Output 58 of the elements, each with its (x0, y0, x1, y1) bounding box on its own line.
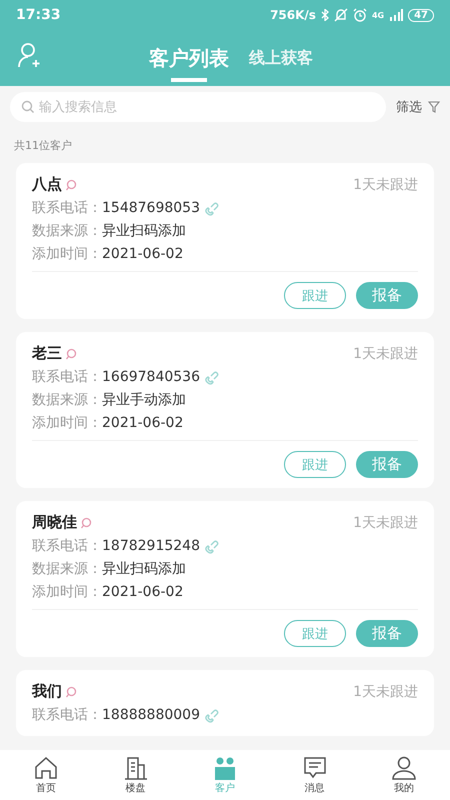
field-label: 联系电话： (32, 706, 102, 724)
field-value: 15487698053 (102, 200, 200, 216)
nav-item[interactable]: 楼盘 (106, 750, 166, 800)
follow-up-status: 1天未跟进 (353, 344, 418, 362)
mute-icon (334, 8, 348, 22)
alarm-icon (352, 8, 367, 22)
network-type: 4G (372, 10, 384, 20)
follow-up-status: 1天未跟进 (353, 514, 418, 532)
field-value: 2021-06-02 (102, 246, 184, 262)
customer-card[interactable]: 老三 1天未跟进 联系电话：16697840536 数据来源：异业手动添加 添加时间：2021-06-02 跟进 报备 (16, 332, 434, 488)
filter-button[interactable]: 筛选 (396, 98, 440, 116)
field-value: 异业扫码添加 (102, 560, 186, 578)
nav-item[interactable]: 消息 (284, 750, 344, 800)
home-icon (33, 755, 59, 781)
nav-item[interactable]: 首页 (16, 750, 76, 800)
customer-name: 八点 (32, 175, 62, 194)
field-value: 18782915248 (102, 538, 200, 554)
field-value: 2021-06-02 (102, 414, 184, 430)
field-label: 联系电话： (32, 536, 102, 554)
field-value: 异业手动添加 (102, 390, 186, 408)
status-time: 17:33 (16, 7, 61, 23)
message-icon (302, 755, 328, 781)
bluetooth-icon (320, 9, 329, 21)
chat-icon[interactable] (80, 516, 92, 528)
field-value: 16697840536 (102, 368, 200, 384)
field-value: 2021-06-02 (102, 584, 184, 600)
customer-name: 我们 (32, 682, 62, 701)
signal-icon (389, 9, 404, 21)
field-value: 18888880009 (102, 706, 200, 722)
customer-card[interactable]: 周晓佳 1天未跟进 联系电话：18782915248 数据来源：异业扫码添加 添加时间：2021-06-02 跟进 报备 (16, 501, 434, 657)
customer-card[interactable]: 我们 1天未跟进 联系电话：18888880009 (16, 670, 434, 736)
network-speed: 756K/s (270, 8, 316, 22)
building-icon (122, 755, 148, 781)
chat-icon[interactable] (65, 178, 77, 190)
customer-name: 周晓佳 (32, 513, 77, 532)
search-field[interactable]: 输入搜索信息 (10, 92, 386, 122)
customer-count: 共11位客户 (14, 138, 73, 153)
field-label: 数据来源： (32, 390, 102, 408)
person-icon (391, 755, 417, 781)
chat-icon[interactable] (65, 348, 77, 360)
battery-level: 47 (408, 8, 434, 22)
people-icon (212, 755, 238, 781)
field-label: 添加时间： (32, 414, 102, 432)
follow-up-status: 1天未跟进 (353, 176, 418, 194)
customer-name: 老三 (32, 344, 62, 363)
field-label: 添加时间： (32, 244, 102, 262)
customer-card[interactable]: 八点 1天未跟进 联系电话：15487698053 数据来源：异业扫码添加 添加时间：2021-06-02 跟进 报备 (16, 163, 434, 319)
field-label: 数据来源： (32, 222, 102, 240)
field-label: 联系电话： (32, 368, 102, 386)
search-icon (21, 100, 35, 114)
field-label: 数据来源： (32, 560, 102, 578)
field-label: 添加时间： (32, 582, 102, 600)
filter-icon (428, 101, 440, 113)
nav-item[interactable]: 我的 (374, 750, 434, 800)
follow-up-status: 1天未跟进 (353, 682, 418, 700)
field-value: 异业扫码添加 (102, 222, 186, 240)
field-label: 联系电话： (32, 198, 102, 216)
chat-icon[interactable] (65, 686, 77, 698)
